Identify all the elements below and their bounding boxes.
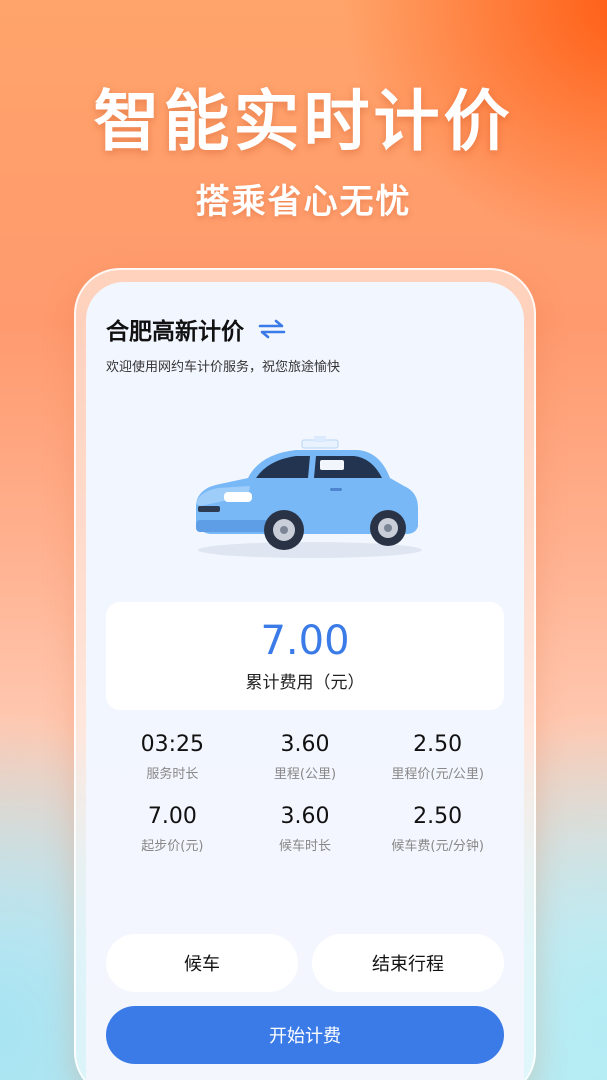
fare-card: 7.00 累计费用（元） bbox=[106, 602, 504, 710]
stat-label: 里程(公里) bbox=[273, 767, 337, 782]
app-screen: 合肥高新计价 欢迎使用网约车计价服务，祝您旅途愉快 7.00 累计费用（元） 0… bbox=[86, 282, 524, 1080]
stat-distance: 3.60 里程(公里) bbox=[239, 732, 372, 782]
banner-headline: 智能实时计价 bbox=[93, 83, 514, 160]
fare-total-value: 7.00 bbox=[260, 618, 350, 664]
stat-value: 7.00 bbox=[147, 804, 197, 829]
stat-label: 起步价(元) bbox=[141, 839, 204, 854]
stat-base-fare: 7.00 起步价(元) bbox=[106, 804, 239, 854]
stat-label: 服务时长 bbox=[146, 767, 199, 782]
stat-distance-price: 2.50 里程价(元/公里) bbox=[371, 732, 504, 782]
stat-label: 候车时长 bbox=[278, 839, 331, 854]
end-trip-button[interactable]: 结束行程 bbox=[312, 934, 504, 992]
action-row: 候车 结束行程 bbox=[106, 934, 504, 992]
stat-value: 2.50 bbox=[413, 804, 463, 829]
fare-total-label: 累计费用（元） bbox=[245, 673, 365, 693]
taxi-car-illustration bbox=[196, 436, 422, 558]
stat-value: 3.60 bbox=[280, 732, 330, 757]
stat-label: 候车费(元/分钟) bbox=[391, 839, 484, 854]
wait-button[interactable]: 候车 bbox=[106, 934, 298, 992]
stat-wait-fee: 2.50 候车费(元/分钟) bbox=[371, 804, 504, 854]
stat-value: 03:25 bbox=[140, 732, 205, 757]
stat-value: 2.50 bbox=[413, 732, 463, 757]
banner-subhead: 搭乘省心无忧 bbox=[195, 182, 412, 222]
trip-stats-grid: 03:25 服务时长 3.60 里程(公里) 2.50 里程价(元/公里) 7.… bbox=[106, 732, 504, 854]
stat-service-time: 03:25 服务时长 bbox=[106, 732, 239, 782]
phone-frame: 合肥高新计价 欢迎使用网约车计价服务，祝您旅途愉快 7.00 累计费用（元） 0… bbox=[74, 268, 536, 1080]
stat-value: 3.60 bbox=[280, 804, 330, 829]
stat-wait-time: 3.60 候车时长 bbox=[239, 804, 372, 854]
stat-label: 里程价(元/公里) bbox=[391, 767, 484, 782]
welcome-text: 欢迎使用网约车计价服务，祝您旅途愉快 bbox=[106, 360, 341, 375]
start-billing-button[interactable]: 开始计费 bbox=[106, 1006, 504, 1064]
swap-arrows-icon[interactable] bbox=[258, 318, 286, 340]
city-title: 合肥高新计价 bbox=[106, 319, 244, 345]
city-header: 合肥高新计价 bbox=[106, 312, 286, 346]
